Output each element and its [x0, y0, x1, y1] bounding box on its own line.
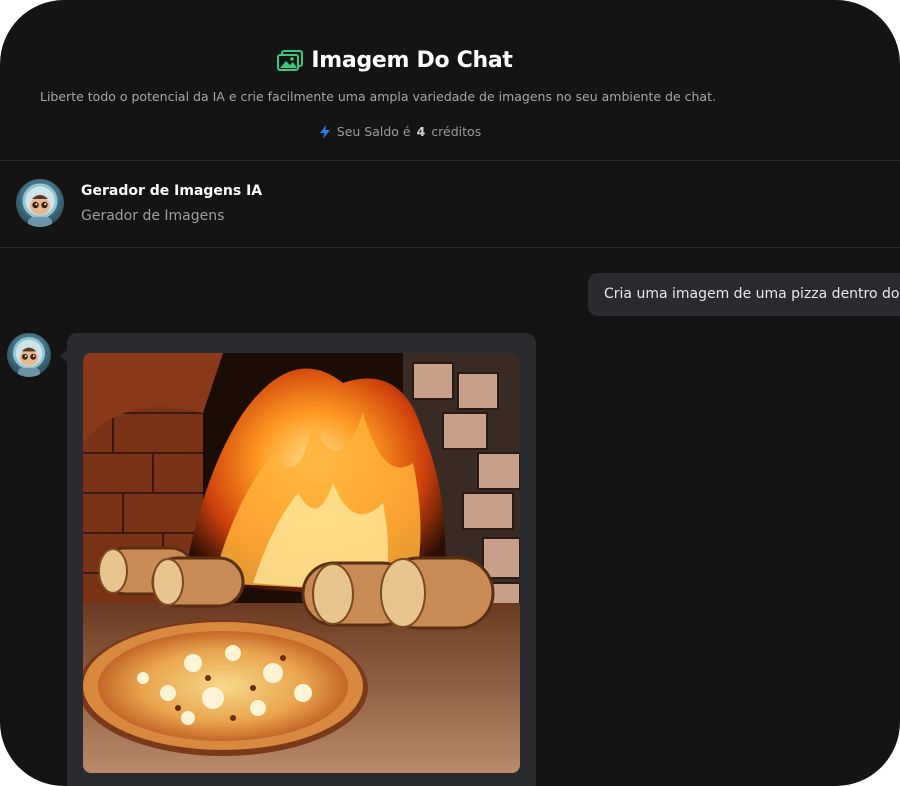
balance-prefix: Seu Saldo é [336, 124, 411, 139]
page-header: Imagem Do Chat Liberte todo o potencial … [0, 0, 900, 160]
bot-role: Gerador de Imagens [81, 208, 225, 224]
bot-divider [0, 247, 900, 248]
balance-amount: 4 [416, 124, 426, 139]
bot-info-bar: Gerador de Imagens IA Gerador de Imagens [0, 161, 900, 247]
page-subtitle: Liberte todo o potencial da IA e crie fa… [40, 89, 716, 104]
chat-window: Imagem Do Chat Liberte todo o potencial … [0, 0, 900, 786]
title-row: Imagem Do Chat [0, 48, 790, 73]
balance-suffix: créditos [431, 124, 482, 139]
bubble-tail [60, 350, 67, 362]
robot-avatar [16, 179, 64, 227]
user-message: Cria uma imagem de uma pizza dentro do [588, 273, 900, 316]
gallery-icon [277, 49, 304, 72]
robot-avatar [7, 333, 51, 377]
lightning-bolt-icon [319, 124, 331, 139]
credit-balance: Seu Saldo é 4 créditos [0, 124, 800, 139]
page-title: Imagem Do Chat [311, 48, 513, 73]
generated-image[interactable] [83, 353, 520, 773]
bot-name: Gerador de Imagens IA [81, 183, 263, 199]
